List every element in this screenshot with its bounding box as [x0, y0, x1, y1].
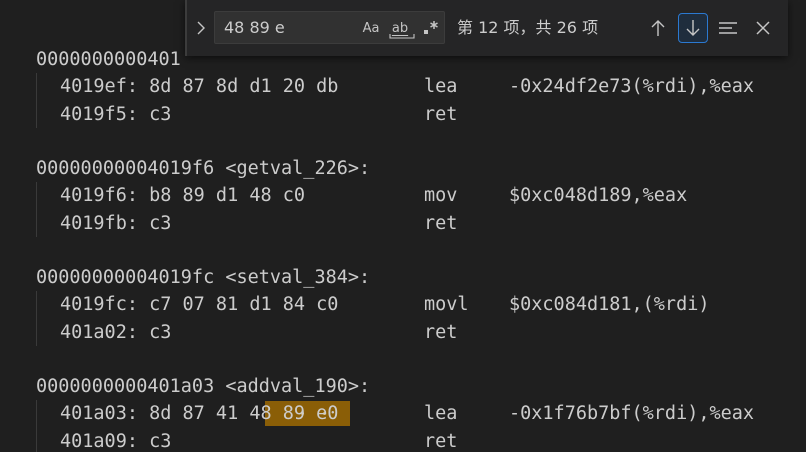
toggle-replace-button[interactable] — [193, 16, 209, 40]
instruction-line: 401a02: c3 ret — [36, 318, 806, 346]
address-bytes: 4019ef: 8d 87 8d d1 20 db — [60, 76, 339, 98]
mnemonic: movl — [424, 294, 469, 316]
operands: -0x24df2e73(%rdi),%eax — [509, 76, 755, 98]
function-label: 0000000000401 — [36, 49, 181, 70]
regex-icon — [424, 21, 438, 34]
indent-guide — [36, 209, 37, 237]
address-bytes: 4019fb: c3 — [60, 212, 172, 234]
address-bytes: 4019f6: b8 89 d1 48 c0 — [60, 185, 306, 207]
function-label-line: 00000000004019fc <setval_384>: — [36, 264, 806, 291]
indent-guide — [36, 73, 37, 101]
mnemonic: mov — [424, 185, 458, 207]
whole-word-icon: ab — [389, 21, 415, 39]
match-case-toggle[interactable]: Aa — [359, 17, 383, 39]
find-in-selection-icon — [719, 22, 737, 34]
find-in-selection-button[interactable] — [713, 13, 743, 43]
instruction-line: 401a03: 8d 87 41 48 89 e0 lea -0x1f76b7bf(… — [36, 400, 806, 428]
indent-guide — [36, 427, 37, 452]
mnemonic: ret — [424, 321, 458, 343]
find-widget: 48 89 e Aa ab 第 12 项，共 26 项 — [185, 0, 788, 56]
code-lines: 0000000000401 4019ef: 8d 87 8d d1 20 db le… — [36, 46, 806, 452]
arrow-up-icon — [651, 20, 665, 36]
function-label-line: 00000000004019f6 <getval_226>: — [36, 155, 806, 182]
find-input[interactable]: 48 89 e Aa ab — [214, 11, 445, 44]
instruction-line: 4019fc: c7 07 81 d1 84 c0 movl $0xc084d181… — [36, 291, 806, 319]
chevron-right-icon — [197, 21, 205, 35]
function-label: 00000000004019f6 <getval_226>: — [36, 158, 371, 180]
find-widget-border — [185, 0, 187, 56]
instruction-line: 4019f5: c3 ret — [36, 100, 806, 128]
whole-word-toggle[interactable]: ab — [387, 17, 415, 39]
instruction-line: 401a09: c3 ret — [36, 427, 806, 452]
address-bytes: 401a02: c3 — [60, 321, 172, 343]
mnemonic: ret — [424, 103, 458, 125]
function-label: 00000000004019fc <setval_384>: — [36, 267, 371, 289]
indent-guide — [36, 100, 37, 128]
disassembly-editor[interactable]: 0000000000401 4019ef: 8d 87 8d d1 20 db le… — [0, 0, 806, 452]
indent-guide — [36, 400, 37, 428]
function-label: 0000000000401a03 <addval_190>: — [36, 376, 371, 398]
arrow-down-icon — [686, 20, 700, 36]
next-match-button[interactable] — [678, 13, 708, 43]
regex-toggle[interactable] — [420, 17, 442, 39]
address-bytes: 401a09: c3 — [60, 430, 172, 452]
address-bytes: 401a03: 8d 87 41 48 89 e0 — [60, 403, 339, 425]
find-query[interactable]: 48 89 e — [224, 12, 285, 43]
close-find-button[interactable] — [748, 13, 778, 43]
address-bytes: 4019fc: c7 07 81 d1 84 c0 — [60, 294, 339, 316]
instruction-line: 4019f6: b8 89 d1 48 c0 mov $0xc048d189,%ea… — [36, 182, 806, 210]
mnemonic: ret — [424, 430, 458, 452]
address-bytes: 4019f5: c3 — [60, 103, 172, 125]
mnemonic: ret — [424, 212, 458, 234]
operands: $0xc084d181,(%rdi) — [509, 294, 710, 316]
indent-guide — [36, 182, 37, 210]
close-icon — [756, 21, 770, 35]
indent-guide — [36, 291, 37, 319]
instruction-line: 4019ef: 8d 87 8d d1 20 db lea -0x24df2e73(… — [36, 73, 806, 101]
previous-match-button[interactable] — [643, 13, 673, 43]
mnemonic: lea — [424, 403, 458, 425]
match-case-icon: Aa — [362, 20, 380, 36]
instruction-line: 4019fb: c3 ret — [36, 209, 806, 237]
mnemonic: lea — [424, 76, 458, 98]
operands: -0x1f76b7bf(%rdi),%eax — [509, 403, 755, 425]
indent-guide — [36, 318, 37, 346]
match-count: 第 12 项，共 26 项 — [457, 18, 599, 37]
operands: $0xc048d189,%eax — [509, 185, 688, 207]
function-label-line: 0000000000401a03 <addval_190>: — [36, 373, 806, 400]
